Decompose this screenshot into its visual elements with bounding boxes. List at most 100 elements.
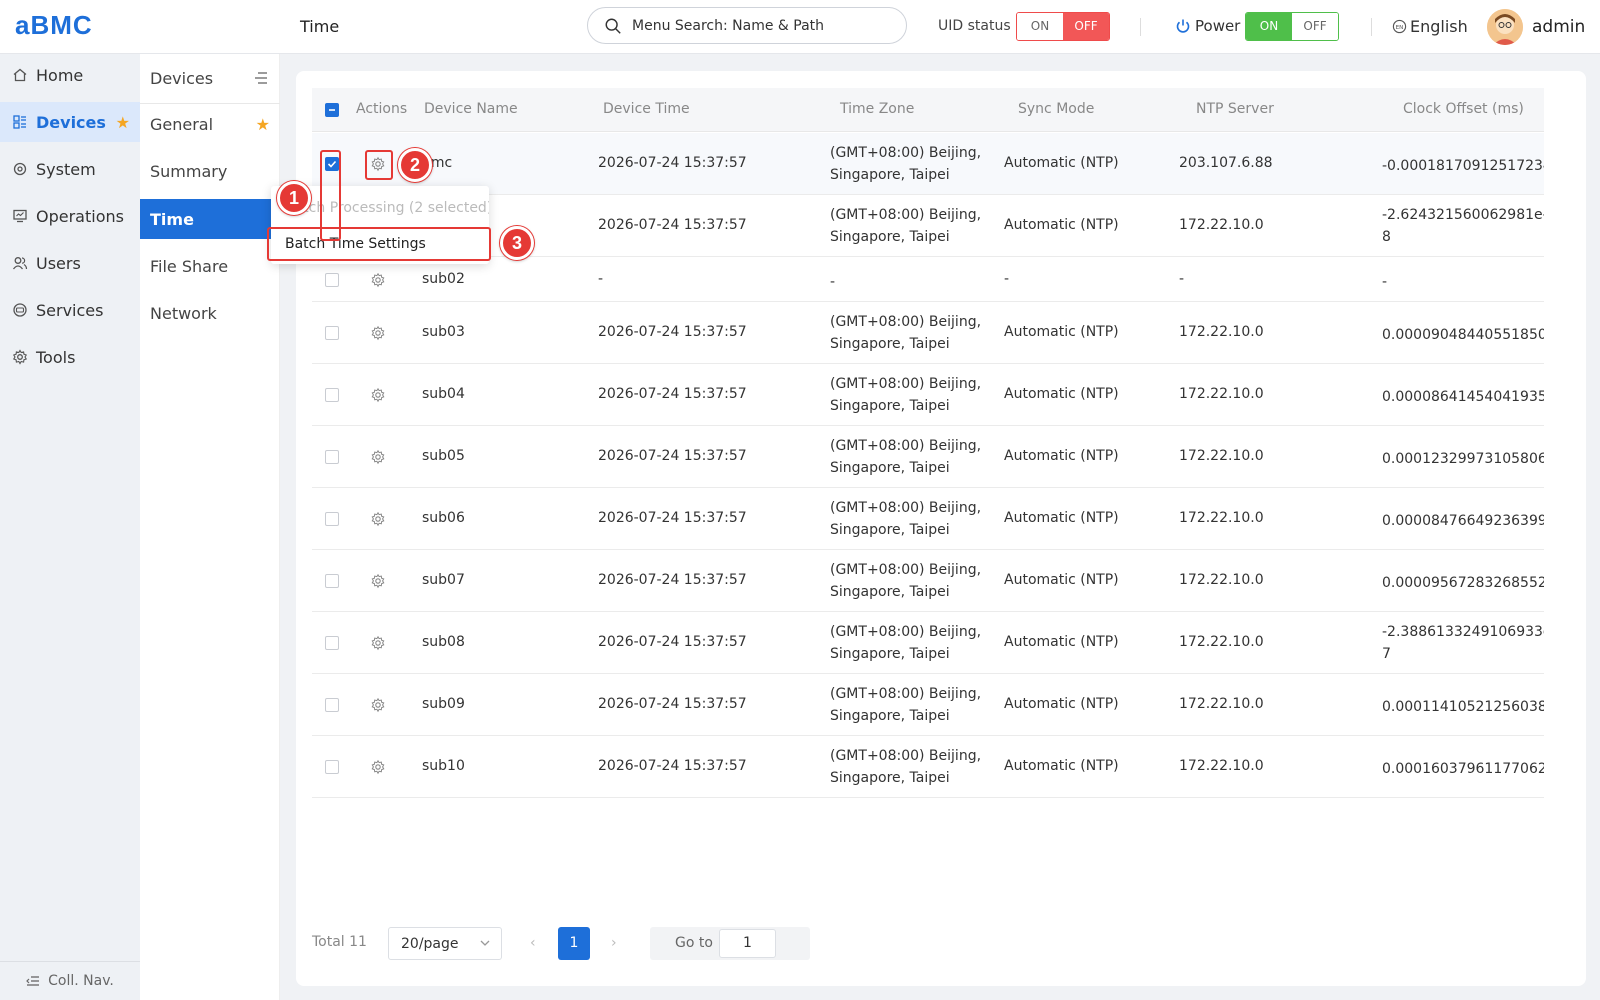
sidebar-item-home[interactable]: Home <box>0 55 140 95</box>
column-header-sync-mode[interactable]: Sync Mode <box>1018 101 1094 117</box>
user-name[interactable]: admin <box>1532 17 1585 37</box>
uid-status-toggle[interactable]: ON OFF <box>1016 12 1110 41</box>
table-row[interactable]: sub08 2026-07-24 15:37:57 (GMT+08:00) Beij… <box>312 612 1544 674</box>
previous-page-button[interactable]: ‹ <box>530 935 536 951</box>
column-header-clock-offset[interactable]: Clock Offset (ms) <box>1403 101 1524 117</box>
table-row[interactable]: sub07 2026-07-24 15:37:57 (GMT+08:00) Beij… <box>312 550 1544 612</box>
secondary-sidebar: Devices General ★ Summary Time File Shar… <box>140 54 280 1000</box>
sidebar-item-label: Operations <box>36 206 124 226</box>
subnav-item-file-share[interactable]: File Share <box>140 246 280 286</box>
row-select-checkbox[interactable] <box>325 273 339 287</box>
column-header-time-zone[interactable]: Time Zone <box>840 101 914 117</box>
sidebar-item-operations[interactable]: Operations <box>0 196 140 236</box>
column-header-device-time[interactable]: Device Time <box>603 101 690 117</box>
next-page-button[interactable]: › <box>611 935 617 951</box>
chevron-down-icon <box>480 940 490 946</box>
language-selector[interactable]: EN English <box>1392 17 1468 36</box>
device-time-cell: - <box>598 271 604 287</box>
sidebar-item-tools[interactable]: Tools <box>0 337 140 377</box>
gear-icon[interactable] <box>370 387 386 403</box>
ntp-server-cell: 172.22.10.0 <box>1179 217 1264 233</box>
row-select-checkbox[interactable] <box>325 450 339 464</box>
select-all-checkbox[interactable] <box>325 103 339 117</box>
ntp-server-cell: 172.22.10.0 <box>1179 758 1264 774</box>
table-row[interactable]: sub012026-07-24 15:37:57(GMT+08:00) Beij… <box>312 195 1544 257</box>
annotation-box-gear <box>365 150 393 180</box>
power-off-option[interactable]: OFF <box>1292 13 1338 40</box>
power-label: Power <box>1175 17 1240 35</box>
column-header-ntp-server[interactable]: NTP Server <box>1196 101 1274 117</box>
app-logo[interactable]: aBMC <box>15 10 93 41</box>
gear-icon[interactable] <box>370 573 386 589</box>
table-row[interactable]: sub10 2026-07-24 15:37:57 (GMT+08:00) Beij… <box>312 736 1544 798</box>
table-row[interactable]: sub03 2026-07-24 15:37:57 (GMT+08:00) Beij… <box>312 302 1544 364</box>
gear-icon[interactable] <box>370 759 386 775</box>
subnav-item-time[interactable]: Time <box>140 199 280 239</box>
ntp-server-cell: 172.22.10.0 <box>1179 386 1264 402</box>
table-row[interactable]: sub09 2026-07-24 15:37:57 (GMT+08:00) Beij… <box>312 674 1544 736</box>
column-header-device-name[interactable]: Device Name <box>424 101 518 117</box>
device-name-cell: sub08 <box>422 634 465 650</box>
subnav-item-summary[interactable]: Summary <box>140 151 280 191</box>
favorite-star-icon[interactable]: ★ <box>116 113 130 132</box>
row-select-checkbox[interactable] <box>325 636 339 650</box>
operations-icon <box>13 209 27 223</box>
collapse-nav-label: Coll. Nav. <box>48 973 114 989</box>
sidebar-item-label: Services <box>36 300 104 320</box>
subnav-item-label: Time <box>150 209 194 229</box>
sidebar-item-services[interactable]: Services <box>0 290 140 330</box>
table-row[interactable]: sub06 2026-07-24 15:37:57 (GMT+08:00) Beij… <box>312 488 1544 550</box>
uid-off-option[interactable]: OFF <box>1063 13 1109 40</box>
time-zone-cell: (GMT+08:00) Beijing, Singapore, Taipei <box>830 142 981 186</box>
row-select-checkbox[interactable] <box>325 760 339 774</box>
menu-collapse-icon[interactable] <box>254 71 268 85</box>
table-row[interactable]: bmc 2026-07-24 15:37:57 (GMT+08:00) Beijin… <box>312 133 1544 195</box>
page-1-button[interactable]: 1 <box>558 927 590 960</box>
row-select-checkbox[interactable] <box>325 698 339 712</box>
gear-icon[interactable] <box>370 272 386 288</box>
goto-page-input[interactable]: 1 <box>719 929 776 958</box>
row-select-checkbox[interactable] <box>325 574 339 588</box>
page-size-select[interactable]: 20/page <box>388 927 502 960</box>
uid-on-option[interactable]: ON <box>1017 13 1063 40</box>
table-row[interactable]: sub04 2026-07-24 15:37:57 (GMT+08:00) Beij… <box>312 364 1544 426</box>
gear-icon[interactable] <box>370 325 386 341</box>
favorite-star-icon[interactable]: ★ <box>256 115 270 134</box>
table-row[interactable]: sub05 2026-07-24 15:37:57 (GMT+08:00) Beij… <box>312 426 1544 488</box>
user-avatar-icon <box>1487 9 1523 45</box>
table-row[interactable]: sub02 - - - - - <box>312 257 1544 302</box>
device-name-cell: sub10 <box>422 758 465 774</box>
gear-icon[interactable] <box>370 697 386 713</box>
time-zone-cell: (GMT+08:00) Beijing, Singapore, Taipei <box>830 621 981 665</box>
clock-offset-cell: 0.0001232997310580685 <box>1382 448 1544 470</box>
time-zone-line: Singapore, Taipei <box>830 522 950 538</box>
step-1-badge: 1 <box>277 181 311 215</box>
subnav-item-network[interactable]: Network <box>140 293 280 333</box>
device-time-cell: 2026-07-24 15:37:57 <box>598 217 747 233</box>
clock-offset-line: 0.0000956728326855227 <box>1382 575 1544 591</box>
sidebar-item-devices[interactable]: Devices ★ <box>0 102 140 142</box>
time-table-panel: Actions Device Name Device Time Time Zon… <box>296 71 1586 986</box>
column-header-actions: Actions <box>356 101 408 117</box>
row-select-checkbox[interactable] <box>325 388 339 402</box>
gear-icon[interactable] <box>370 635 386 651</box>
batch-processing-title: Batch Processing (2 selected) <box>285 200 489 216</box>
clock-offset-cell: -2.3886133249106933e- 7 <box>1382 621 1544 665</box>
row-select-checkbox[interactable] <box>325 326 339 340</box>
gear-icon[interactable] <box>370 449 386 465</box>
time-zone-line: (GMT+08:00) Beijing, <box>830 145 982 161</box>
sidebar-item-system[interactable]: System <box>0 149 140 189</box>
sidebar-item-users[interactable]: Users <box>0 243 140 283</box>
device-name-cell: sub05 <box>422 448 465 464</box>
power-on-option[interactable]: ON <box>1246 13 1292 40</box>
power-toggle[interactable]: ON OFF <box>1245 12 1339 41</box>
time-zone-line: (GMT+08:00) Beijing, <box>830 438 982 454</box>
avatar[interactable] <box>1487 9 1523 45</box>
row-select-checkbox[interactable] <box>325 512 339 526</box>
device-time-cell: 2026-07-24 15:37:57 <box>598 634 747 650</box>
gear-icon[interactable] <box>370 511 386 527</box>
collapse-nav-button[interactable]: Coll. Nav. <box>0 961 140 1000</box>
device-time-cell: 2026-07-24 15:37:57 <box>598 510 747 526</box>
menu-search-input[interactable]: Menu Search: Name & Path <box>587 7 907 44</box>
subnav-item-general[interactable]: General ★ <box>140 104 280 144</box>
